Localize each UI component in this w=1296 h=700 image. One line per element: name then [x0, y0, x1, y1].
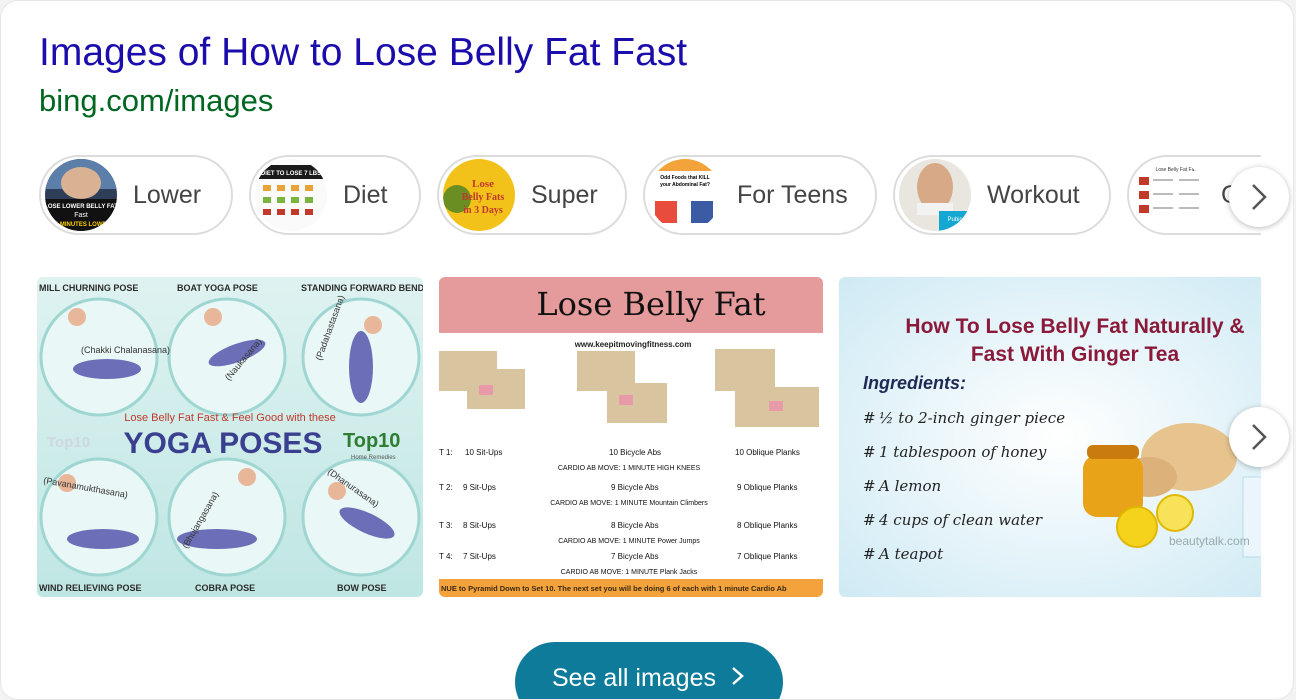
workout-cell: 10 Bicycle Abs [609, 448, 661, 457]
chip-label: Diet [343, 180, 388, 209]
workout-set: T 2: [439, 483, 453, 492]
workout-cell: 7 Bicycle Abs [611, 552, 659, 561]
chip-label: Workout [987, 180, 1080, 209]
svg-text:#: # [863, 511, 876, 529]
svg-text:Lose: Lose [472, 178, 494, 190]
images-next-button[interactable] [1229, 407, 1289, 467]
workout-cardio: CARDIO AB MOVE: 1 MINUTE Mountain Climbe… [550, 500, 708, 507]
chip-thumbnail: DIET TO LOSE 7 LBS [255, 159, 327, 231]
chevron-right-icon [1252, 424, 1267, 450]
svg-text:DIET TO LOSE 7 LBS: DIET TO LOSE 7 LBS [261, 171, 321, 177]
yoga-subtitle: Lose Belly Fat Fast & Feel Good with the… [124, 412, 336, 424]
yoga-label: BOW POSE [337, 583, 387, 593]
svg-text:Belly Fats: Belly Fats [462, 192, 505, 203]
yoga-label: STANDING FORWARD BEND [301, 283, 423, 293]
ginger-watermark: beautytalk.com [1169, 534, 1250, 548]
yoga-brand-sub: Home Remedies [351, 455, 396, 461]
image-results-card: Images of How to Lose Belly Fat Fast bin… [0, 0, 1294, 700]
ginger-title-line2: Fast With Ginger Tea [971, 343, 1180, 366]
chip-thumbnail: Pubic [899, 159, 971, 231]
image-tiles-carousel: MILL CHURNING POSE BOAT YOGA POSE STANDI… [37, 277, 1261, 599]
chip-thumbnail: Lose Belly Fats in 3 Days [443, 159, 515, 231]
workout-cell: 10 Sit-Ups [465, 448, 502, 457]
chip-workout[interactable]: Pubic Workout [893, 155, 1111, 235]
chevron-right-icon [730, 664, 746, 695]
workout-cardio: CARDIO AB MOVE: 1 MINUTE Plank Jacks [561, 569, 698, 576]
workout-cell: 8 Bicycle Abs [611, 521, 659, 530]
chips-next-button[interactable] [1229, 167, 1289, 227]
workout-cell: 8 Oblique Planks [737, 521, 797, 530]
chip-label: Super [531, 180, 598, 209]
chip-thumbnail: Lose Belly Fat Fa... [1133, 159, 1205, 231]
ginger-item: 1 tablespoon of honey [879, 443, 1047, 461]
ginger-title-line1: How To Lose Belly Fat Naturally & [905, 315, 1244, 338]
workout-url: www.keepitmovingfitness.com [574, 340, 692, 349]
workout-set: T 3: [439, 521, 453, 530]
svg-text:#: # [863, 409, 876, 427]
ginger-item: ½ to 2-inch ginger piece [879, 409, 1065, 427]
svg-text:your Abdominal Fat?: your Abdominal Fat? [660, 182, 710, 188]
svg-text:#: # [863, 443, 876, 461]
chip-label: For Teens [737, 180, 848, 209]
image-tile-yoga-poses[interactable]: MILL CHURNING POSE BOAT YOGA POSE STANDI… [37, 277, 423, 597]
chip-thumbnail: LOSE LOWER BELLY FAT Fast 15-MINUTES LOW… [45, 159, 117, 231]
chip-for-teens[interactable]: Odd Foods that KILL your Abdominal Fat? … [643, 155, 877, 235]
yoga-label: BOAT YOGA POSE [177, 283, 258, 293]
yoga-brand-logo: Top10 [343, 430, 400, 452]
workout-cardio: CARDIO AB MOVE: 1 MINUTE Power Jumps [558, 538, 700, 545]
related-searches-carousel: LOSE LOWER BELLY FAT Fast 15-MINUTES LOW… [37, 154, 1261, 240]
image-tile-lose-belly-fat[interactable]: Lose Belly Fat www.keepitmovingfitness.c… [439, 277, 823, 597]
svg-text:in 3 Days: in 3 Days [463, 205, 503, 216]
yoga-watermark: Top10 [47, 434, 90, 451]
svg-text:#: # [863, 545, 876, 563]
workout-cell: 10 Oblique Planks [735, 448, 800, 457]
see-all-label: See all images [552, 664, 716, 692]
result-title-link[interactable]: Images of How to Lose Belly Fat Fast [39, 31, 687, 75]
workout-cell: 7 Sit-Ups [463, 552, 496, 561]
svg-text:15-MINUTES LOWER: 15-MINUTES LOWER [51, 222, 111, 228]
svg-text:#: # [863, 477, 876, 495]
yoga-label: (Chakki Chalanasana) [81, 345, 170, 355]
workout-set: T 1: [439, 448, 453, 457]
svg-text:Lose Belly Fat Fa...: Lose Belly Fat Fa... [1155, 167, 1198, 173]
workout-cell: 9 Bicycle Abs [611, 483, 659, 492]
svg-text:Pubic: Pubic [947, 217, 962, 223]
see-all-images-button[interactable]: See all images [515, 642, 783, 699]
chevron-right-icon [1252, 184, 1267, 210]
chip-diet[interactable]: DIET TO LOSE 7 LBS Diet [249, 155, 421, 235]
result-source-url: bing.com/images [39, 83, 274, 118]
yoga-label: COBRA POSE [195, 583, 255, 593]
workout-cell: 9 Oblique Planks [737, 483, 797, 492]
svg-text:LOSE LOWER BELLY FAT: LOSE LOWER BELLY FAT [45, 204, 117, 210]
workout-set: T 4: [439, 552, 453, 561]
chip-thumbnail: Odd Foods that KILL your Abdominal Fat? [649, 159, 721, 231]
svg-text:Fast: Fast [74, 212, 88, 219]
workout-cardio: CARDIO AB MOVE: 1 MINUTE HIGH KNEES [558, 465, 701, 472]
chip-label: Lower [133, 180, 202, 209]
ginger-item: A teapot [877, 545, 944, 563]
workout-footer: NUE to Pyramid Down to Set 10. The next … [441, 584, 787, 593]
workout-title: Lose Belly Fat [536, 285, 765, 323]
svg-text:Odd Foods that KILL: Odd Foods that KILL [660, 175, 709, 181]
workout-cell: 8 Sit-Ups [463, 521, 496, 530]
chip-super[interactable]: Lose Belly Fats in 3 Days Super [437, 155, 627, 235]
workout-cell: 9 Sit-Ups [463, 483, 496, 492]
ginger-ingredients-label: Ingredients: [863, 373, 966, 393]
yoga-title: YOGA POSES [124, 427, 323, 460]
ginger-item: A lemon [877, 477, 941, 495]
image-tile-ginger-tea[interactable]: How To Lose Belly Fat Naturally & Fast W… [839, 277, 1261, 597]
workout-cell: 7 Oblique Planks [737, 552, 797, 561]
yoga-label: WIND RELIEVING POSE [39, 583, 142, 593]
chip-lower[interactable]: LOSE LOWER BELLY FAT Fast 15-MINUTES LOW… [39, 155, 233, 235]
yoga-label: MILL CHURNING POSE [39, 283, 138, 293]
ginger-item: 4 cups of clean water [878, 511, 1043, 529]
